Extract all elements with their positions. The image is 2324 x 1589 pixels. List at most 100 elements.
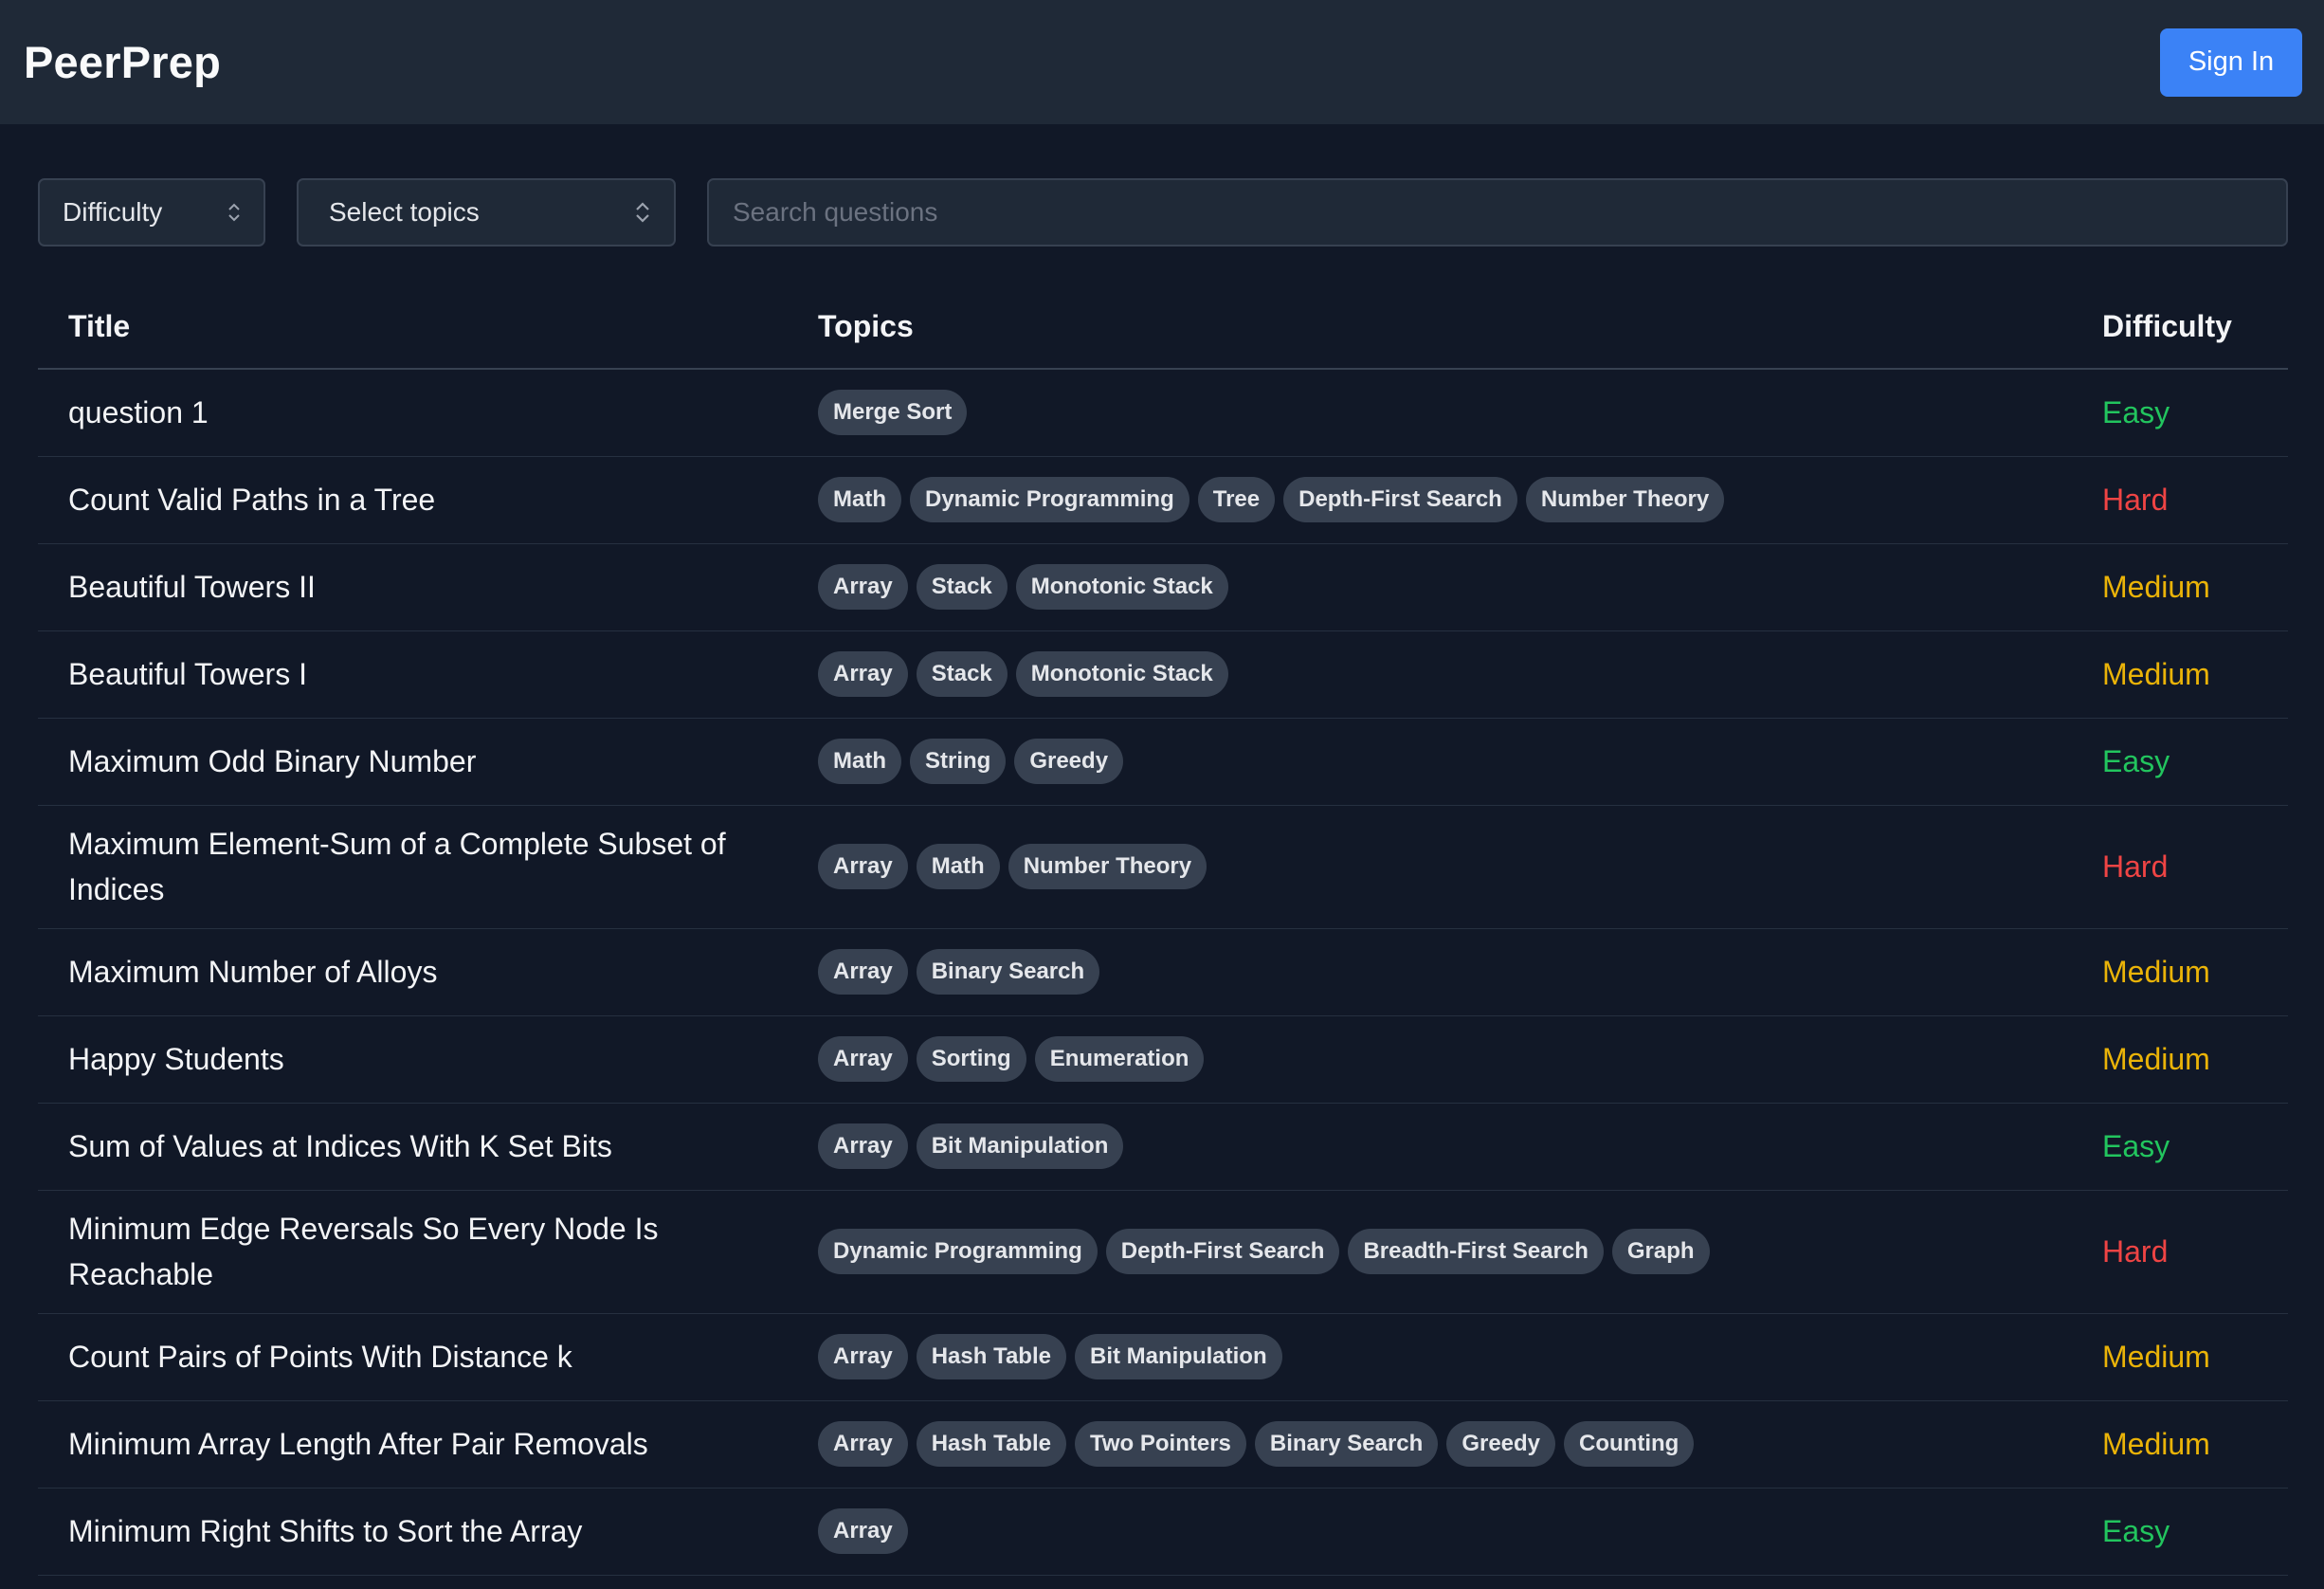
- topic-tag: Dynamic Programming: [818, 1229, 1098, 1274]
- question-topics: Dynamic Programming Depth-First Search Bre…: [788, 1190, 2072, 1314]
- table-row[interactable]: Beautiful Towers II Array Stack Monotonic S…: [38, 543, 2288, 631]
- question-title[interactable]: Maximum Number of Alloys: [38, 928, 788, 1016]
- table-row[interactable]: Beautiful Towers I Array Stack Monotonic St…: [38, 630, 2288, 719]
- questions-table: Title Topics Difficulty question 1 Merge …: [38, 284, 2288, 1576]
- column-header-title[interactable]: Title: [38, 284, 788, 370]
- topic-tag: Array: [818, 564, 908, 610]
- search-input[interactable]: [707, 178, 2288, 247]
- topic-tag: String: [910, 739, 1007, 784]
- topic-tag-list: Merge Sort: [818, 390, 2042, 436]
- difficulty-label: Easy: [2072, 1488, 2288, 1576]
- topic-tag: Breadth-First Search: [1348, 1229, 1604, 1274]
- table-body: question 1 Merge Sort Easy Count Valid Path…: [38, 369, 2288, 1576]
- question-title[interactable]: Minimum Array Length After Pair Removals: [38, 1400, 788, 1489]
- topic-tag: Array: [818, 1334, 908, 1379]
- topic-tag: Array: [818, 844, 908, 889]
- topic-tag: Merge Sort: [818, 390, 968, 436]
- questions-table-container: Title Topics Difficulty question 1 Merge …: [38, 284, 2288, 1576]
- question-topics: Array Bit Manipulation: [788, 1103, 2072, 1191]
- question-title[interactable]: Minimum Edge Reversals So Every Node Is …: [38, 1190, 788, 1314]
- table-row[interactable]: Count Valid Paths in a Tree Math Dynamic P…: [38, 456, 2288, 544]
- topic-tag: Two Pointers: [1074, 1421, 1246, 1467]
- topic-tag: Number Theory: [1525, 477, 1725, 522]
- question-title[interactable]: Count Valid Paths in a Tree: [38, 456, 788, 544]
- topic-tag-list: Array Sorting Enumeration: [818, 1036, 2042, 1082]
- topic-tag: Monotonic Stack: [1015, 564, 1228, 610]
- sign-in-button[interactable]: Sign In: [2160, 27, 2302, 97]
- topics-select[interactable]: Select topics: [297, 178, 676, 247]
- table-row[interactable]: Maximum Element-Sum of a Complete Subset…: [38, 805, 2288, 929]
- topic-tag: Bit Manipulation: [916, 1123, 1124, 1169]
- app-logo-title[interactable]: PeerPrep: [24, 36, 221, 88]
- difficulty-label: Medium: [2072, 1313, 2288, 1401]
- difficulty-label: Easy: [2072, 1103, 2288, 1191]
- difficulty-label: Medium: [2072, 1400, 2288, 1489]
- topic-tag: Math: [818, 477, 901, 522]
- table-row[interactable]: Happy Students Array Sorting Enumeration Med…: [38, 1015, 2288, 1104]
- table-row[interactable]: Minimum Array Length After Pair Removals…: [38, 1400, 2288, 1489]
- topic-tag: Graph: [1611, 1229, 1710, 1274]
- topic-tag: Array: [818, 1421, 908, 1467]
- filter-bar: Difficulty Select topics: [38, 178, 2288, 247]
- difficulty-label: Hard: [2072, 805, 2288, 929]
- topic-tag-list: Array Stack Monotonic Stack: [818, 651, 2042, 697]
- topic-tag: Bit Manipulation: [1074, 1334, 1282, 1379]
- question-topics: Math String Greedy: [788, 718, 2072, 806]
- question-title[interactable]: question 1: [38, 369, 788, 457]
- question-title[interactable]: Sum of Values at Indices With K Set Bits: [38, 1103, 788, 1191]
- topic-tag: Greedy: [1014, 739, 1124, 784]
- question-title[interactable]: Count Pairs of Points With Distance k: [38, 1313, 788, 1401]
- topic-tag-list: Math Dynamic Programming Tree Depth-First S…: [818, 477, 2042, 522]
- topics-select-label: Select topics: [329, 197, 480, 227]
- topic-tag: Enumeration: [1034, 1036, 1205, 1082]
- topic-tag-list: Array Binary Search: [818, 949, 2042, 995]
- topic-tag: Array: [818, 1123, 908, 1169]
- difficulty-label: Easy: [2072, 369, 2288, 457]
- table-row[interactable]: Maximum Number of Alloys Array Binary Sear…: [38, 928, 2288, 1016]
- column-header-difficulty[interactable]: Difficulty: [2072, 284, 2288, 370]
- chevron-up-down-icon: [634, 200, 651, 225]
- topic-tag-list: Array: [818, 1508, 2042, 1554]
- question-title[interactable]: Beautiful Towers I: [38, 630, 788, 719]
- question-topics: Array Sorting Enumeration: [788, 1015, 2072, 1104]
- difficulty-label: Medium: [2072, 543, 2288, 631]
- difficulty-label: Medium: [2072, 630, 2288, 719]
- table-row[interactable]: Count Pairs of Points With Distance k Arr…: [38, 1313, 2288, 1401]
- table-row[interactable]: Maximum Odd Binary Number Math String Greed…: [38, 718, 2288, 806]
- topic-tag: Hash Table: [916, 1421, 1066, 1467]
- table-row[interactable]: Minimum Edge Reversals So Every Node Is …: [38, 1190, 2288, 1314]
- table-row[interactable]: Sum of Values at Indices With K Set Bits…: [38, 1103, 2288, 1191]
- topic-tag: Stack: [916, 651, 1008, 697]
- question-topics: Array: [788, 1488, 2072, 1576]
- table-row[interactable]: question 1 Merge Sort Easy: [38, 369, 2288, 457]
- topic-tag: Number Theory: [1008, 844, 1207, 889]
- topic-tag: Depth-First Search: [1283, 477, 1517, 522]
- topic-tag: Binary Search: [916, 949, 1100, 995]
- topic-tag-list: Array Stack Monotonic Stack: [818, 564, 2042, 610]
- question-title[interactable]: Happy Students: [38, 1015, 788, 1104]
- difficulty-label: Hard: [2072, 456, 2288, 544]
- topic-tag: Array: [818, 1036, 908, 1082]
- question-title[interactable]: Beautiful Towers II: [38, 543, 788, 631]
- topic-tag: Counting: [1564, 1421, 1695, 1467]
- question-title[interactable]: Maximum Element-Sum of a Complete Subset…: [38, 805, 788, 929]
- topic-tag-list: Array Hash Table Two Pointers Binary Search…: [818, 1421, 2042, 1467]
- topic-tag-list: Array Bit Manipulation: [818, 1123, 2042, 1169]
- question-title[interactable]: Minimum Right Shifts to Sort the Array: [38, 1488, 788, 1576]
- topic-tag: Depth-First Search: [1105, 1229, 1340, 1274]
- difficulty-select[interactable]: Difficulty: [38, 178, 265, 247]
- question-topics: Array Binary Search: [788, 928, 2072, 1016]
- topic-tag: Dynamic Programming: [910, 477, 1189, 522]
- difficulty-label: Medium: [2072, 1015, 2288, 1104]
- topic-tag: Monotonic Stack: [1015, 651, 1228, 697]
- question-topics: Merge Sort: [788, 369, 2072, 457]
- difficulty-label: Easy: [2072, 718, 2288, 806]
- table-row[interactable]: Minimum Right Shifts to Sort the Array Ar…: [38, 1488, 2288, 1576]
- question-topics: Array Hash Table Two Pointers Binary Search…: [788, 1400, 2072, 1489]
- question-title[interactable]: Maximum Odd Binary Number: [38, 718, 788, 806]
- topic-tag: Math: [916, 844, 1000, 889]
- topic-tag: Array: [818, 651, 908, 697]
- topic-tag-list: Dynamic Programming Depth-First Search Bre…: [818, 1229, 2042, 1274]
- topic-tag: Stack: [916, 564, 1008, 610]
- column-header-topics[interactable]: Topics: [788, 284, 2072, 370]
